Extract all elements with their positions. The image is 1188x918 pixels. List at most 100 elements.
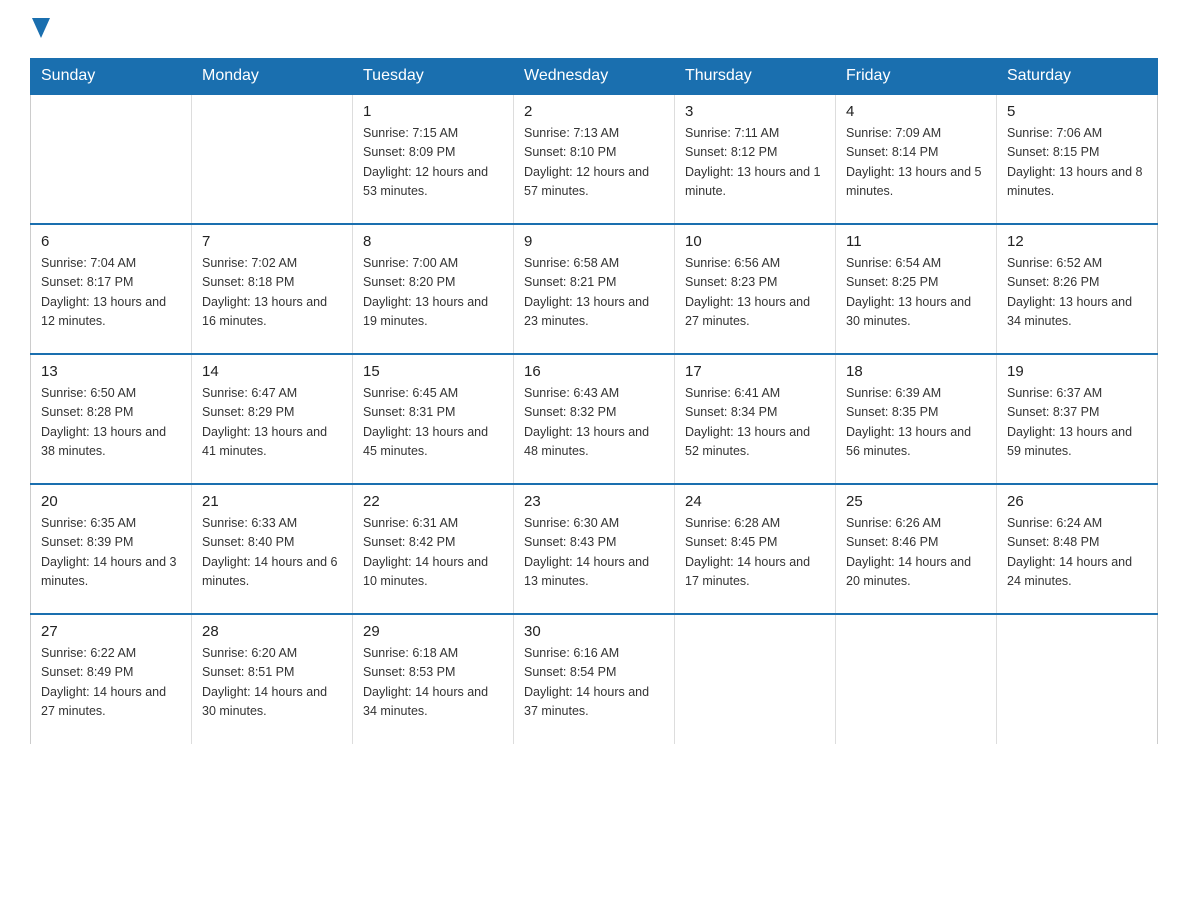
day-info: Sunrise: 6:45 AMSunset: 8:31 PMDaylight:… [363, 384, 503, 462]
day-info: Sunrise: 6:52 AMSunset: 8:26 PMDaylight:… [1007, 254, 1147, 332]
day-number: 18 [846, 363, 986, 380]
day-number: 8 [363, 233, 503, 250]
weekday-header-tuesday: Tuesday [353, 59, 514, 95]
day-number: 10 [685, 233, 825, 250]
weekday-header-saturday: Saturday [997, 59, 1158, 95]
day-info: Sunrise: 6:43 AMSunset: 8:32 PMDaylight:… [524, 384, 664, 462]
weekday-header-row: SundayMondayTuesdayWednesdayThursdayFrid… [31, 59, 1158, 95]
day-cell: 5 Sunrise: 7:06 AMSunset: 8:15 PMDaylight… [997, 94, 1158, 224]
day-cell: 26 Sunrise: 6:24 AMSunset: 8:48 PMDayligh… [997, 484, 1158, 614]
day-info: Sunrise: 6:33 AMSunset: 8:40 PMDaylight:… [202, 514, 342, 592]
logo-triangle-icon [32, 18, 50, 42]
day-number: 28 [202, 623, 342, 640]
day-info: Sunrise: 7:15 AMSunset: 8:09 PMDaylight:… [363, 124, 503, 202]
day-cell: 8 Sunrise: 7:00 AMSunset: 8:20 PMDaylight… [353, 224, 514, 354]
day-cell: 20 Sunrise: 6:35 AMSunset: 8:39 PMDayligh… [31, 484, 192, 614]
day-cell: 13 Sunrise: 6:50 AMSunset: 8:28 PMDayligh… [31, 354, 192, 484]
day-cell: 18 Sunrise: 6:39 AMSunset: 8:35 PMDayligh… [836, 354, 997, 484]
day-info: Sunrise: 6:28 AMSunset: 8:45 PMDaylight:… [685, 514, 825, 592]
day-cell: 27 Sunrise: 6:22 AMSunset: 8:49 PMDayligh… [31, 614, 192, 744]
day-number: 3 [685, 103, 825, 120]
day-number: 17 [685, 363, 825, 380]
day-cell: 9 Sunrise: 6:58 AMSunset: 8:21 PMDaylight… [514, 224, 675, 354]
day-cell: 15 Sunrise: 6:45 AMSunset: 8:31 PMDayligh… [353, 354, 514, 484]
day-number: 20 [41, 493, 181, 510]
week-row-1: 1 Sunrise: 7:15 AMSunset: 8:09 PMDaylight… [31, 94, 1158, 224]
day-cell: 2Sunrise: 7:13 AMSunset: 8:10 PMDaylight… [514, 94, 675, 224]
day-cell: 29 Sunrise: 6:18 AMSunset: 8:53 PMDayligh… [353, 614, 514, 744]
day-number: 30 [524, 623, 664, 640]
day-info: Sunrise: 6:39 AMSunset: 8:35 PMDaylight:… [846, 384, 986, 462]
day-number: 12 [1007, 233, 1147, 250]
day-info: Sunrise: 7:11 AMSunset: 8:12 PMDaylight:… [685, 124, 825, 202]
day-info: Sunrise: 6:54 AMSunset: 8:25 PMDaylight:… [846, 254, 986, 332]
day-cell: 7 Sunrise: 7:02 AMSunset: 8:18 PMDaylight… [192, 224, 353, 354]
weekday-header-thursday: Thursday [675, 59, 836, 95]
day-number: 13 [41, 363, 181, 380]
day-cell: 23Sunrise: 6:30 AMSunset: 8:43 PMDayligh… [514, 484, 675, 614]
day-info: Sunrise: 6:31 AMSunset: 8:42 PMDaylight:… [363, 514, 503, 592]
day-number: 26 [1007, 493, 1147, 510]
day-info: Sunrise: 6:56 AMSunset: 8:23 PMDaylight:… [685, 254, 825, 332]
day-info: Sunrise: 6:16 AMSunset: 8:54 PMDaylight:… [524, 644, 664, 722]
day-info: Sunrise: 6:26 AMSunset: 8:46 PMDaylight:… [846, 514, 986, 592]
day-number: 6 [41, 233, 181, 250]
day-number: 22 [363, 493, 503, 510]
day-cell [192, 94, 353, 224]
day-info: Sunrise: 6:37 AMSunset: 8:37 PMDaylight:… [1007, 384, 1147, 462]
day-number: 15 [363, 363, 503, 380]
day-number: 1 [363, 103, 503, 120]
day-number: 21 [202, 493, 342, 510]
day-cell: 30 Sunrise: 6:16 AMSunset: 8:54 PMDayligh… [514, 614, 675, 744]
day-cell: 16 Sunrise: 6:43 AMSunset: 8:32 PMDayligh… [514, 354, 675, 484]
day-info: Sunrise: 6:47 AMSunset: 8:29 PMDaylight:… [202, 384, 342, 462]
day-info: Sunrise: 7:00 AMSunset: 8:20 PMDaylight:… [363, 254, 503, 332]
day-number: 11 [846, 233, 986, 250]
weekday-header-sunday: Sunday [31, 59, 192, 95]
logo [30, 20, 50, 38]
day-cell: 4Sunrise: 7:09 AMSunset: 8:14 PMDaylight… [836, 94, 997, 224]
day-cell: 17 Sunrise: 6:41 AMSunset: 8:34 PMDayligh… [675, 354, 836, 484]
day-info: Sunrise: 6:41 AMSunset: 8:34 PMDaylight:… [685, 384, 825, 462]
day-info: Sunrise: 6:22 AMSunset: 8:49 PMDaylight:… [41, 644, 181, 722]
day-number: 9 [524, 233, 664, 250]
day-number: 16 [524, 363, 664, 380]
day-number: 27 [41, 623, 181, 640]
day-number: 7 [202, 233, 342, 250]
day-number: 24 [685, 493, 825, 510]
day-info: Sunrise: 6:18 AMSunset: 8:53 PMDaylight:… [363, 644, 503, 722]
day-cell: 28Sunrise: 6:20 AMSunset: 8:51 PMDayligh… [192, 614, 353, 744]
day-cell: 24 Sunrise: 6:28 AMSunset: 8:45 PMDayligh… [675, 484, 836, 614]
day-info: Sunrise: 6:50 AMSunset: 8:28 PMDaylight:… [41, 384, 181, 462]
day-number: 5 [1007, 103, 1147, 120]
weekday-header-friday: Friday [836, 59, 997, 95]
header [30, 20, 1158, 38]
day-cell: 21 Sunrise: 6:33 AMSunset: 8:40 PMDayligh… [192, 484, 353, 614]
day-info: Sunrise: 6:30 AMSunset: 8:43 PMDaylight:… [524, 514, 664, 592]
day-info: Sunrise: 7:13 AMSunset: 8:10 PMDaylight:… [524, 124, 664, 202]
day-number: 19 [1007, 363, 1147, 380]
week-row-5: 27 Sunrise: 6:22 AMSunset: 8:49 PMDayligh… [31, 614, 1158, 744]
day-cell [675, 614, 836, 744]
day-cell: 22 Sunrise: 6:31 AMSunset: 8:42 PMDayligh… [353, 484, 514, 614]
day-number: 14 [202, 363, 342, 380]
day-number: 29 [363, 623, 503, 640]
day-info: Sunrise: 6:24 AMSunset: 8:48 PMDaylight:… [1007, 514, 1147, 592]
day-cell: 25 Sunrise: 6:26 AMSunset: 8:46 PMDayligh… [836, 484, 997, 614]
weekday-header-monday: Monday [192, 59, 353, 95]
day-info: Sunrise: 7:04 AMSunset: 8:17 PMDaylight:… [41, 254, 181, 332]
day-cell: 19 Sunrise: 6:37 AMSunset: 8:37 PMDayligh… [997, 354, 1158, 484]
day-cell: 3 Sunrise: 7:11 AMSunset: 8:12 PMDaylight… [675, 94, 836, 224]
day-info: Sunrise: 7:02 AMSunset: 8:18 PMDaylight:… [202, 254, 342, 332]
day-cell: 1 Sunrise: 7:15 AMSunset: 8:09 PMDaylight… [353, 94, 514, 224]
day-info: Sunrise: 6:35 AMSunset: 8:39 PMDaylight:… [41, 514, 181, 592]
day-cell [31, 94, 192, 224]
day-cell: 6 Sunrise: 7:04 AMSunset: 8:17 PMDaylight… [31, 224, 192, 354]
day-info: Sunrise: 6:58 AMSunset: 8:21 PMDaylight:… [524, 254, 664, 332]
day-number: 25 [846, 493, 986, 510]
week-row-2: 6 Sunrise: 7:04 AMSunset: 8:17 PMDaylight… [31, 224, 1158, 354]
weekday-header-wednesday: Wednesday [514, 59, 675, 95]
day-cell: 14 Sunrise: 6:47 AMSunset: 8:29 PMDayligh… [192, 354, 353, 484]
day-number: 4 [846, 103, 986, 120]
day-info: Sunrise: 7:06 AMSunset: 8:15 PMDaylight:… [1007, 124, 1147, 202]
